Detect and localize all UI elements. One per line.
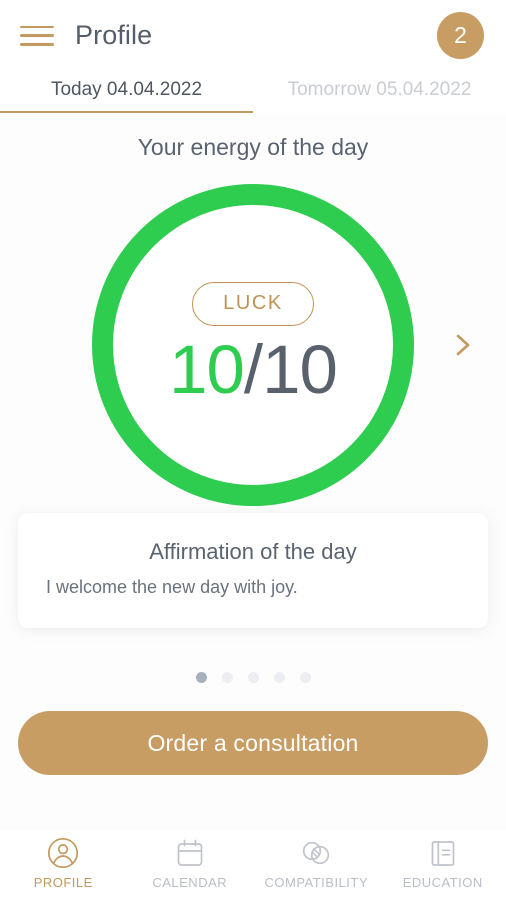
energy-score: 10 / 10 <box>169 331 338 409</box>
main-content: Your energy of the day LUCK 10 / 10 Affi… <box>0 113 506 830</box>
nav-item-compatibility[interactable]: COMPATIBILITY <box>253 836 380 890</box>
app-screen: Profile 2 Today 04.04.2022 Tomorrow 05.0… <box>0 0 506 899</box>
energy-score-value: 10 <box>169 331 245 409</box>
carousel-dot[interactable] <box>221 672 233 683</box>
compatibility-icon <box>299 836 333 870</box>
nav-label-calendar: CALENDAR <box>152 875 228 890</box>
nav-item-education[interactable]: EDUCATION <box>380 836 506 890</box>
notification-badge[interactable]: 2 <box>437 12 484 59</box>
tab-tomorrow[interactable]: Tomorrow 05.04.2022 <box>253 71 506 113</box>
calendar-icon <box>173 836 207 870</box>
bottom-navigation: PROFILE CALENDAR COMPATIBILITY EDUCATION <box>0 830 506 899</box>
energy-score-max: 10 <box>262 331 338 409</box>
app-header: Profile 2 <box>0 0 506 71</box>
hamburger-menu-icon[interactable] <box>20 23 54 49</box>
hamburger-line <box>20 25 54 28</box>
carousel-dot[interactable] <box>273 672 285 683</box>
page-title: Profile <box>75 20 153 50</box>
nav-item-calendar[interactable]: CALENDAR <box>127 836 254 890</box>
energy-ring[interactable]: LUCK 10 / 10 <box>92 184 414 506</box>
date-tab-bar: Today 04.04.2022 Tomorrow 05.04.2022 <box>0 71 506 113</box>
education-book-icon <box>426 836 460 870</box>
hamburger-line <box>20 43 54 46</box>
carousel-dot[interactable] <box>195 672 207 683</box>
nav-item-profile[interactable]: PROFILE <box>0 836 127 890</box>
carousel-dot[interactable] <box>247 672 259 683</box>
tab-today[interactable]: Today 04.04.2022 <box>0 71 253 113</box>
profile-icon <box>46 836 80 870</box>
affirmation-card: Affirmation of the day I welcome the new… <box>18 513 488 628</box>
nav-label-compatibility: COMPATIBILITY <box>264 875 369 890</box>
carousel-dots <box>195 672 311 683</box>
affirmation-text: I welcome the new day with joy. <box>46 577 298 597</box>
order-consultation-button[interactable]: Order a consultation <box>18 711 488 775</box>
carousel-dot[interactable] <box>299 672 311 683</box>
energy-ring-section: LUCK 10 / 10 <box>0 165 506 525</box>
energy-score-separator: / <box>243 331 263 409</box>
nav-label-profile: PROFILE <box>33 875 93 890</box>
hamburger-line <box>20 34 54 37</box>
nav-label-education: EDUCATION <box>402 875 483 890</box>
chevron-right-icon[interactable] <box>450 332 476 358</box>
energy-label-pill: LUCK <box>192 282 314 327</box>
affirmation-title: Affirmation of the day <box>149 539 357 564</box>
section-title: Your energy of the day <box>137 134 369 160</box>
